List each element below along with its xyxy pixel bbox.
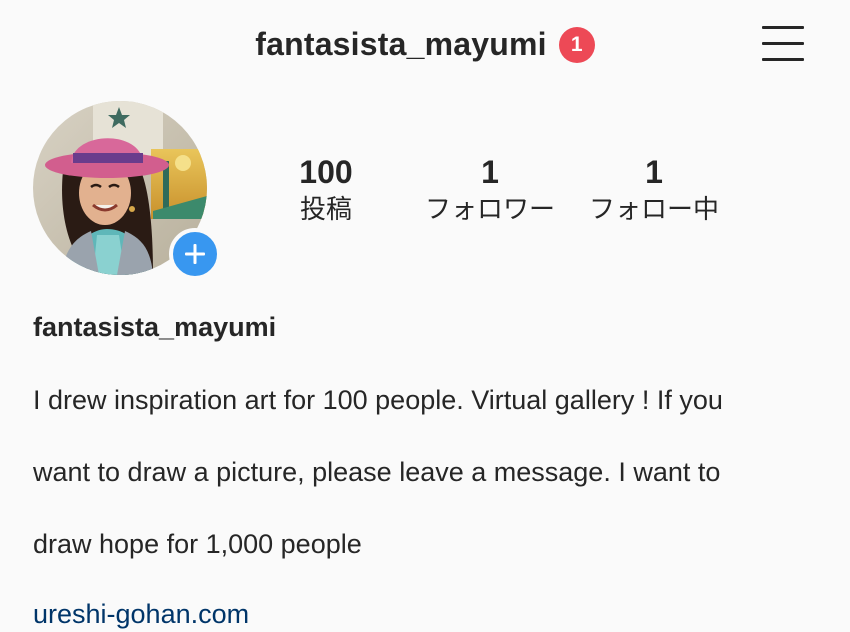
followers-count: 1 — [481, 154, 499, 190]
menu-button[interactable] — [762, 24, 806, 64]
header-title-group[interactable]: fantasista_mayumi 1 — [0, 26, 850, 63]
header-username[interactable]: fantasista_mayumi — [255, 26, 547, 63]
posts-label: 投稿 — [299, 194, 352, 224]
posts-count: 100 — [299, 154, 353, 190]
following-count: 1 — [645, 154, 663, 190]
bio-line: want to draw a picture, please leave a m… — [33, 457, 721, 487]
notification-badge[interactable]: 1 — [558, 26, 595, 63]
profile-bio: fantasista_mayumi I drew inspiration art… — [33, 310, 823, 632]
stat-posts[interactable]: 100 投稿 — [236, 152, 416, 226]
stat-following[interactable]: 1 フォロー中 — [564, 152, 744, 226]
bio-website-link[interactable]: ureshi-gohan.com — [33, 596, 249, 632]
bio-description: I drew inspiration art for 100 people. V… — [33, 346, 823, 598]
add-story-button[interactable] — [169, 228, 221, 280]
bio-line: I drew inspiration art for 100 people. V… — [33, 385, 723, 415]
bio-line: draw hope for 1,000 people — [33, 529, 362, 559]
plus-icon — [185, 244, 205, 264]
stat-followers[interactable]: 1 フォロワー — [400, 152, 580, 226]
profile-stats: 100 投稿 1 フォロワー 1 フォロー中 — [0, 152, 850, 232]
top-bar: fantasista_mayumi 1 — [0, 0, 850, 92]
following-label: フォロー中 — [588, 194, 719, 224]
followers-label: フォロワー — [424, 194, 555, 224]
bio-display-name: fantasista_mayumi — [33, 312, 277, 342]
